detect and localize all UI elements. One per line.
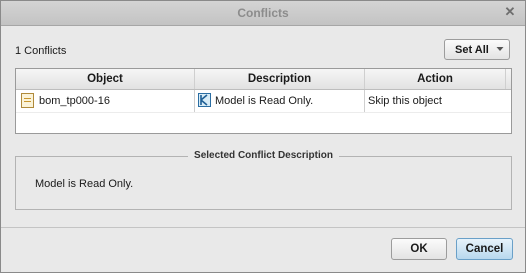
object-name: bom_tp000-16 <box>39 95 110 107</box>
column-header-object[interactable]: Object <box>16 73 194 85</box>
selected-conflict-group: Selected Conflict Description Model is R… <box>15 150 512 210</box>
group-title: Selected Conflict Description <box>188 150 339 161</box>
cancel-button[interactable]: Cancel <box>456 238 513 260</box>
table-row[interactable]: bom_tp000-16 Model is Read Only. Skip th… <box>16 90 511 113</box>
group-title-wrap: Selected Conflict Description <box>16 149 511 161</box>
conflict-action[interactable]: Skip this object <box>368 95 442 107</box>
column-divider <box>364 90 365 112</box>
table-header: Object Description Action <box>16 69 511 90</box>
column-divider <box>194 90 195 112</box>
chevron-down-icon <box>496 47 504 51</box>
ok-button[interactable]: OK <box>391 238 447 260</box>
selected-conflict-text: Model is Read Only. <box>35 178 134 190</box>
conflict-description: Model is Read Only. <box>215 95 314 107</box>
set-all-label: Set All <box>455 44 489 56</box>
column-header-action[interactable]: Action <box>365 73 505 85</box>
conflict-count-label: 1 Conflicts <box>15 45 67 57</box>
conflicts-table: Object Description Action bom_tp000-16 M… <box>15 68 512 134</box>
conflicts-dialog: Conflicts ✕ 1 Conflicts Set All Object D… <box>0 0 526 273</box>
dialog-title: Conflicts <box>237 6 289 20</box>
close-button[interactable]: ✕ <box>503 5 517 19</box>
title-bar: Conflicts ✕ <box>1 1 525 26</box>
column-divider <box>505 69 506 89</box>
close-icon: ✕ <box>504 4 516 19</box>
set-all-dropdown[interactable]: Set All <box>444 39 510 60</box>
footer-divider <box>1 227 525 228</box>
read-only-model-icon <box>198 93 211 107</box>
column-header-description[interactable]: Description <box>195 73 364 85</box>
document-icon <box>21 93 34 108</box>
